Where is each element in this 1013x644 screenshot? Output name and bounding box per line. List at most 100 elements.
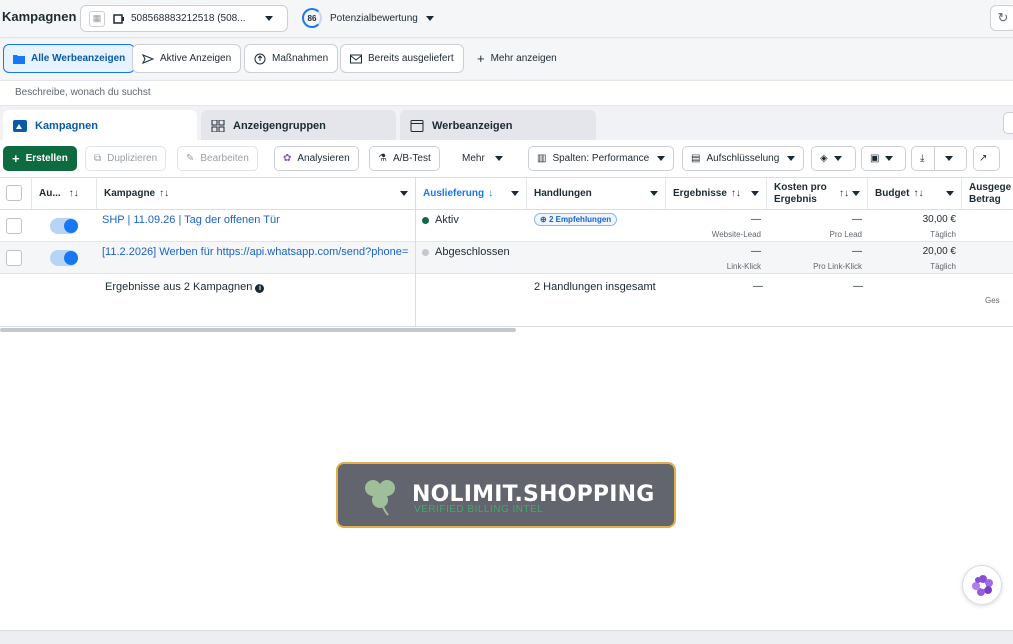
column-results[interactable]: Ergebnisse ↑↓ <box>666 178 767 209</box>
create-button[interactable]: + Erstellen <box>3 146 77 171</box>
sort-icon: ↑↓ <box>159 188 170 199</box>
row-checkbox[interactable] <box>6 218 22 234</box>
report-icon: ▣ <box>870 153 880 164</box>
account-selector[interactable]: ▦ 508568883212518 (508... <box>80 5 288 32</box>
layers-icon: ◈ <box>820 153 828 164</box>
table-header: Au... ↑↓ Kampagne ↑↓ Auslieferung ↓ Hand… <box>0 177 1013 210</box>
refresh-icon: ↻ <box>997 10 1009 25</box>
folder-icon <box>13 54 25 64</box>
cost-type: Pro Lead <box>829 230 862 239</box>
assistant-button[interactable] <box>962 565 1002 605</box>
duplicate-label: Duplizieren <box>107 153 158 164</box>
tab-campaigns[interactable]: Kampagnen <box>3 110 197 141</box>
filter-active-ads[interactable]: Aktive Anzeigen <box>132 44 242 73</box>
edit-button[interactable]: ✎ Bearbeiten <box>177 146 258 171</box>
column-delivery[interactable]: Auslieferung ↓ <box>416 178 527 209</box>
select-all-checkbox[interactable] <box>6 185 22 201</box>
sort-icon: ↑↓ <box>68 188 79 199</box>
results-type: Link-Klick <box>726 262 761 271</box>
column-campaign[interactable]: Kampagne ↑↓ <box>97 178 416 209</box>
chevron-down-icon <box>751 191 759 196</box>
recommendations-badge[interactable]: ⊕ 2 Empfehlungen <box>534 213 618 226</box>
copy-icon: ⧉ <box>94 153 102 164</box>
cost-type: Pro Link-Klick <box>813 262 862 271</box>
more-button[interactable]: Mehr <box>454 146 511 171</box>
results-value: — <box>751 246 761 257</box>
chevron-down-icon <box>885 156 894 161</box>
table-row[interactable]: [11.2.2026] Werben für https://api.whats… <box>0 242 1013 274</box>
plus-icon: + <box>12 151 20 166</box>
opportunity-score[interactable]: 86 Potenzialbewertung <box>302 8 434 28</box>
campaign-name-link[interactable]: SHP | 11.09.26 | Tag der offenen Tür <box>102 214 408 226</box>
refresh-button[interactable]: ↻ <box>990 5 1013 31</box>
grid-icon <box>211 119 225 132</box>
top-bar: Kampagnen ▦ 508568883212518 (508... 86 P… <box>0 0 1013 38</box>
watermark-banner: NOLIMIT.SHOPPING VERIFIED BILLING INTEL <box>336 462 676 528</box>
filter-actions[interactable]: Maßnahmen <box>244 44 339 73</box>
column-actions[interactable]: Handlungen <box>527 178 666 209</box>
chevron-down-icon <box>945 156 954 161</box>
horizontal-scrollbar[interactable] <box>0 328 516 332</box>
column-cost-per-result[interactable]: Kosten pro Ergebnis ↑↓ <box>767 178 868 209</box>
sparkle-flower-icon <box>972 575 993 596</box>
campaign-toggle[interactable] <box>50 250 78 266</box>
breakdown-button[interactable]: ▤ Aufschlüsselung <box>682 146 805 171</box>
create-label: Erstellen <box>25 153 68 164</box>
chevron-down-icon <box>494 156 503 161</box>
summary-label: Ergebnisse aus 2 Kampagnen i <box>105 281 265 293</box>
tab-adsets[interactable]: Anzeigengruppen <box>201 110 396 141</box>
campaign-panel: + Erstellen ⧉ Duplizieren ✎ Bearbeiten ✿… <box>0 140 1013 630</box>
ab-test-label: A/B-Test <box>392 153 431 164</box>
side-panel-button[interactable] <box>1003 112 1013 134</box>
export-button[interactable]: ⤓ <box>911 146 967 171</box>
chevron-down-icon <box>657 156 666 161</box>
column-campaign-label: Kampagne <box>104 188 156 199</box>
pencil-icon: ✎ <box>186 153 195 164</box>
campaign-name-link[interactable]: [11.2.2026] Werben für https://api.whats… <box>102 246 408 258</box>
tab-label: Werbeanzeigen <box>432 119 513 132</box>
tab-ads[interactable]: Werbeanzeigen <box>400 110 596 141</box>
score-label: Potenzialbewertung <box>330 12 418 24</box>
column-spent-label-1: Ausgege <box>969 181 1012 193</box>
sort-icon: ↑↓ <box>913 188 924 199</box>
delivery-status: Abgeschlossen <box>422 246 510 258</box>
column-budget-label: Budget <box>875 188 910 199</box>
ab-test-button[interactable]: ⚗ A/B-Test <box>369 146 440 171</box>
column-budget[interactable]: Budget ↑↓ <box>868 178 962 209</box>
chart-button[interactable]: ↗ <box>973 146 1000 171</box>
row-checkbox[interactable] <box>6 250 22 266</box>
column-cost-label-2: Ergebnis <box>774 193 817 205</box>
more-label: Mehr <box>462 153 485 164</box>
analyze-button[interactable]: ✿ Analysieren <box>274 146 359 171</box>
show-more-button[interactable]: + Mehr anzeigen <box>468 44 566 73</box>
layers-button[interactable]: ◈ <box>811 146 856 171</box>
mail-icon <box>350 54 362 63</box>
filter-all-ads[interactable]: Alle Werbeanzeigen <box>3 44 136 73</box>
table-row[interactable]: SHP | 11.09.26 | Tag der offenen Tür Akt… <box>0 210 1013 242</box>
building-icon: ▦ <box>89 10 105 27</box>
chevron-down-icon <box>650 191 658 196</box>
chevron-down-icon <box>425 15 434 21</box>
columns-button[interactable]: ▥ Spalten: Performance <box>528 146 675 171</box>
ad-icon <box>410 119 424 132</box>
filter-label: Alle Werbeanzeigen <box>31 53 126 64</box>
tab-label: Kampagnen <box>35 119 98 132</box>
tab-bar: Kampagnen Anzeigengruppen Werbeanzeigen <box>0 107 1013 141</box>
campaign-toggle[interactable] <box>50 218 78 234</box>
chevron-down-icon <box>265 16 273 21</box>
chevron-down-icon <box>946 191 954 196</box>
delivery-label: Abgeschlossen <box>435 246 510 258</box>
info-icon[interactable]: i <box>255 284 265 293</box>
search-input[interactable]: Beschreibe, wonach du suchst <box>0 80 1013 106</box>
filter-bar: Alle Werbeanzeigen Aktive Anzeigen Maßna… <box>0 39 1013 79</box>
filter-label: Maßnahmen <box>272 53 329 64</box>
send-icon <box>142 53 154 64</box>
duplicate-button[interactable]: ⧉ Duplizieren <box>85 146 167 171</box>
chevron-down-icon <box>400 191 408 196</box>
column-status[interactable]: Au... ↑↓ <box>32 178 97 209</box>
filter-delivered[interactable]: Bereits ausgeliefert <box>340 44 464 73</box>
column-amount-spent[interactable]: Ausgege Betrag <box>962 178 1013 209</box>
clover-icon <box>365 480 395 516</box>
reports-button[interactable]: ▣ <box>861 146 906 171</box>
column-results-label: Ergebnisse <box>673 188 727 199</box>
